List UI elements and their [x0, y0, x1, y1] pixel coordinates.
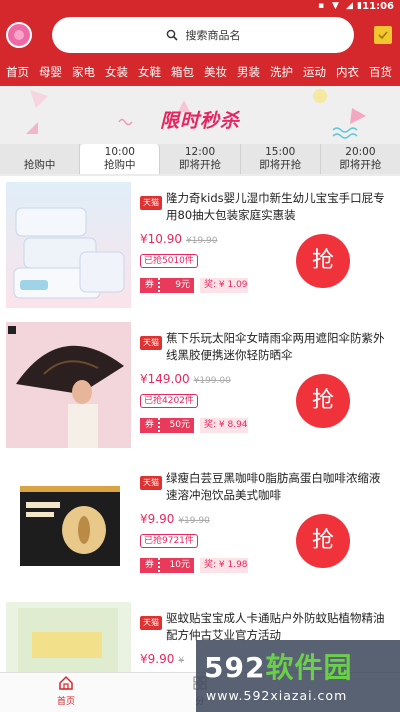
original-price: ¥ [178, 656, 185, 666]
original-price: ¥19.90 [186, 236, 218, 246]
time-slot[interactable]: 20:00 即将开抢 [321, 144, 400, 174]
flash-sale-banner: 限时秒杀 [0, 86, 400, 144]
product-title: 蕉下乐玩太阳伞女晴雨伞两用遮阳伞防紫外线黑胶便携迷你轻防晒伞 [166, 331, 385, 362]
umbrella-image [8, 326, 124, 448]
app-header: 搜索商品名 [0, 14, 400, 58]
slot-status: 即将开抢 [179, 159, 221, 171]
original-price: ¥199.00 [193, 376, 231, 386]
price-value: ¥10.90 [140, 232, 182, 246]
watermark-number: 592 [204, 651, 266, 684]
app-logo[interactable] [6, 22, 32, 48]
product-card[interactable]: 天猫 蕉下乐玩太阳伞女晴雨伞两用遮阳伞防紫外线黑胶便携迷你轻防晒伞 ¥149.0… [0, 316, 400, 456]
coupon-badge: 券 50元 [140, 418, 194, 433]
category-tab[interactable]: 女装 [100, 64, 133, 80]
decor-shape [313, 89, 327, 103]
grab-button[interactable]: 抢 [296, 234, 350, 288]
slot-time: 15:00 [265, 146, 296, 158]
search-placeholder: 搜索商品名 [185, 29, 241, 42]
slot-time: 20:00 [345, 146, 376, 158]
tmall-badge: 天猫 [140, 196, 162, 210]
search-bar[interactable]: 搜索商品名 [52, 17, 354, 53]
product-price: ¥149.00 ¥199.00 [140, 372, 231, 386]
signal-icon: ◢ [346, 1, 353, 11]
home-icon [59, 675, 73, 690]
slot-time: 10:00 [104, 146, 135, 158]
tab-home-label: 首页 [56, 697, 75, 707]
coupon-label: 券 [145, 420, 155, 430]
category-tab[interactable]: 内衣 [331, 64, 364, 80]
watermark-text: 软件园 [265, 651, 353, 684]
check-icon [378, 31, 388, 40]
wifi-icon: ▼ [332, 1, 339, 11]
watermark-overlay: 592软件园 www.592xiazai.com [196, 640, 400, 712]
tmall-badge: 天猫 [140, 336, 162, 350]
time-slot-active[interactable]: 10:00 抢购中 [80, 144, 161, 174]
watermark-url: www.592xiazai.com [206, 688, 348, 703]
slot-status: 即将开抢 [339, 159, 382, 171]
sold-count: 已抢4202件 [140, 394, 198, 408]
coupon-badge: 券 9元 [140, 278, 194, 293]
product-card[interactable]: 天猫 绿瘦白芸豆黑咖啡0脂肪高蛋白咖啡浓缩液速溶冲泡饮品美式咖啡 ¥9.90 ¥1… [0, 456, 400, 596]
grab-button[interactable]: 抢 [296, 514, 350, 568]
time-slot[interactable]: 15:00 即将开抢 [241, 144, 321, 174]
category-tab[interactable]: 美妆 [199, 64, 232, 80]
product-price: ¥9.90 ¥19.90 [140, 512, 210, 526]
category-tab[interactable]: 母婴 [34, 64, 67, 80]
category-bar: 首页 母婴 家电 女装 女鞋 箱包 美妆 男装 洗护 运动 内衣 百货 [0, 58, 400, 86]
price-value: ¥9.90 [140, 512, 175, 526]
search-icon [166, 29, 178, 41]
message-icon[interactable] [374, 26, 392, 44]
reward-badge: 奖: ¥ 8.94 [200, 418, 248, 433]
coupon-label: 券 [145, 280, 155, 290]
product-title: 隆力奇kids婴儿湿巾新生幼儿宝宝手口屁专用80抽大包装家庭实惠装 [166, 191, 385, 222]
category-tab[interactable]: 首页 [0, 64, 34, 80]
product-price: ¥10.90 ¥19.90 [140, 232, 218, 246]
coupon-value: 9元 [175, 280, 190, 290]
tmall-badge: 天猫 [140, 476, 162, 490]
category-tab[interactable]: 女鞋 [133, 64, 166, 80]
status-time: 11:06 [362, 1, 394, 12]
watermark-logo: 592软件园 [204, 646, 352, 686]
category-tab[interactable]: 箱包 [166, 64, 199, 80]
category-tab[interactable]: 洗护 [265, 64, 298, 80]
price-value: ¥149.00 [140, 372, 190, 386]
category-tab[interactable]: 男装 [232, 64, 265, 80]
product-image [6, 182, 131, 308]
slot-time: 12:00 [184, 146, 216, 158]
time-slot[interactable]: 12:00 即将开抢 [160, 144, 241, 174]
price-value: ¥9.90 [140, 652, 175, 666]
sold-count: 已抢5010件 [140, 254, 198, 268]
coffee-box-image [20, 486, 120, 566]
slot-status: 抢购中 [23, 159, 56, 171]
notification-icon: ▪ [318, 1, 325, 11]
reward-badge: 奖: ¥ 1.98 [200, 558, 248, 573]
time-slot-bar: 抢购中 10:00 抢购中 12:00 即将开抢 15:00 即将开抢 20:0… [0, 144, 400, 174]
category-tab[interactable]: 百货 [364, 64, 397, 80]
wipes-image [13, 207, 125, 299]
tmall-badge: 天猫 [140, 616, 162, 630]
sold-count: 已抢9721件 [140, 534, 198, 548]
slot-status: 即将开抢 [259, 159, 302, 171]
coupon-value: 50元 [169, 420, 190, 430]
time-slot[interactable]: 抢购中 [0, 144, 81, 174]
original-price: ¥19.90 [178, 516, 210, 526]
slot-status: 抢购中 [104, 159, 136, 171]
slot-time [0, 146, 79, 159]
status-bar: ▪ ▼ ◢ ▮ 11:06 [0, 0, 400, 14]
product-price: ¥9.90 ¥ [140, 652, 184, 666]
coupon-label: 券 [145, 560, 155, 570]
product-title: 绿瘦白芸豆黑咖啡0脂肪高蛋白咖啡浓缩液速溶冲泡饮品美式咖啡 [166, 471, 381, 502]
category-tab[interactable]: 运动 [298, 64, 331, 80]
tab-home[interactable]: 首页 [36, 675, 96, 707]
reward-badge: 奖: ¥ 1.09 [200, 278, 248, 293]
product-image [6, 462, 131, 588]
flash-sale-title: 限时秒杀 [159, 110, 240, 132]
grab-button[interactable]: 抢 [296, 374, 350, 428]
product-title: 驱蚊贴宝宝成人卡通贴户外防蚊贴植物精油配方仲古艾业官方活动 [166, 611, 385, 642]
category-tab[interactable]: 家电 [67, 64, 100, 80]
coupon-badge: 券 10元 [140, 558, 194, 573]
product-image [6, 322, 131, 448]
product-card[interactable]: 天猫 隆力奇kids婴儿湿巾新生幼儿宝宝手口屁专用80抽大包装家庭实惠装 ¥10… [0, 176, 400, 316]
coupon-value: 10元 [169, 560, 190, 570]
